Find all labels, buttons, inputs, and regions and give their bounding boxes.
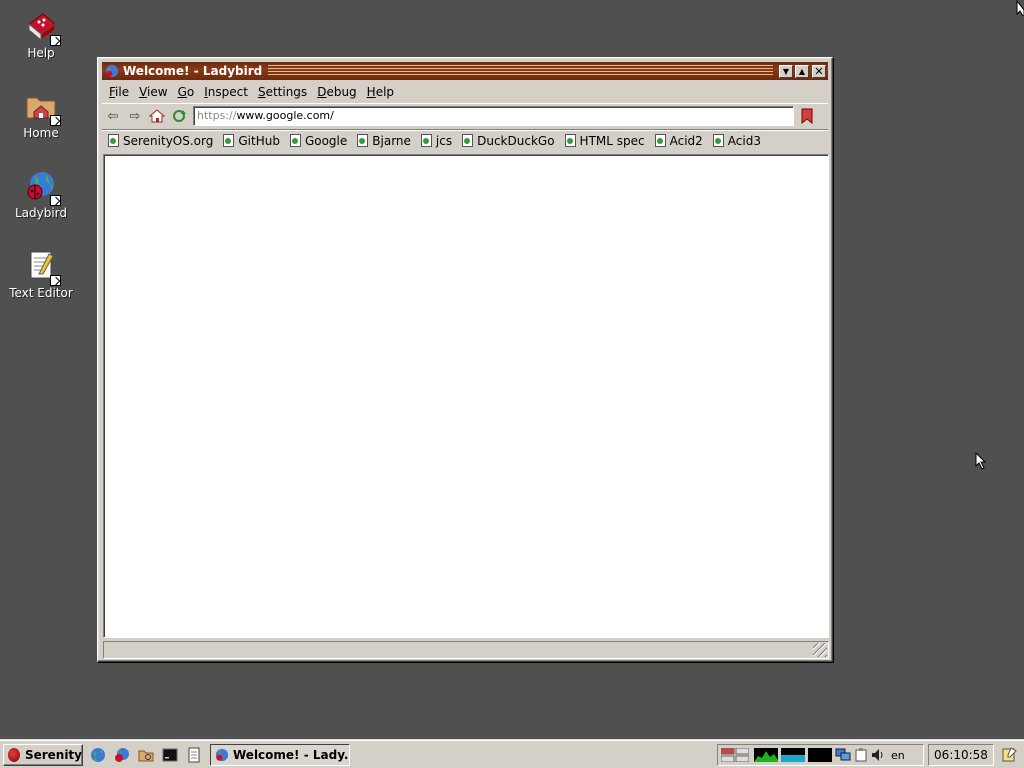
bookmark-label: Bjarne [372, 133, 411, 148]
bookmark-label: Acid3 [727, 133, 761, 148]
start-button[interactable]: Serenity [3, 744, 83, 766]
quicklaunch-ladybird-icon[interactable] [112, 745, 132, 765]
menu-bar: File View Go Inspect Settings Debug Help [104, 82, 826, 102]
page-icon [564, 134, 576, 147]
bookmark-serenityos[interactable]: SerenityOS.org [108, 134, 213, 148]
mouse-cursor-icon [975, 452, 987, 470]
web-content-view[interactable] [103, 154, 829, 638]
network-icon[interactable] [835, 748, 851, 762]
home-icon[interactable] [146, 106, 168, 126]
bookmark-github[interactable]: GitHub [223, 134, 280, 148]
start-label: Serenity [24, 748, 82, 762]
task-label: Welcome! - Lady... [233, 748, 350, 762]
page-icon [108, 134, 119, 147]
bookmark-label: DuckDuckGo [477, 133, 555, 148]
volume-icon[interactable] [871, 748, 885, 762]
help-book-icon [25, 10, 61, 46]
forward-icon[interactable]: ⇨ [124, 106, 146, 126]
page-icon [357, 134, 369, 147]
bookmark-jcs[interactable]: jcs [420, 133, 453, 148]
back-icon[interactable]: ⇦ [102, 106, 124, 126]
home-folder-icon [25, 90, 61, 126]
bookmark-html-spec[interactable]: HTML spec [564, 133, 645, 148]
workspace-switcher-icon[interactable] [721, 748, 749, 762]
bookmark-duckduckgo[interactable]: DuckDuckGo [462, 133, 555, 148]
url-host: www.google.com/ [236, 109, 334, 122]
title-bar-stripes [268, 65, 773, 77]
status-bar [103, 641, 829, 659]
ladybird-icon [25, 170, 61, 206]
bookmark-google[interactable]: Google [289, 133, 348, 148]
network-graph-icon[interactable] [808, 748, 832, 762]
page-icon [223, 134, 235, 147]
url-scheme: https:// [197, 109, 237, 122]
keyboard-layout-indicator[interactable]: en [891, 749, 905, 762]
bookmark-label: HTML spec [579, 133, 645, 148]
clock[interactable]: 06:10:58 [928, 744, 994, 766]
serenity-logo-icon [8, 748, 20, 762]
desktop-icon-ladybird[interactable]: Ladybird [1, 170, 81, 220]
menu-settings[interactable]: Settings [253, 85, 312, 99]
desktop-icon-text-editor[interactable]: Text Editor [1, 250, 81, 300]
page-icon [654, 134, 666, 147]
bookmark-label: GitHub [238, 133, 280, 148]
menu-inspect[interactable]: Inspect [199, 85, 253, 99]
desktop-icon-label: Ladybird [14, 206, 68, 220]
address-bar[interactable]: https://www.google.com/ [193, 106, 794, 126]
bookmark-bjarne[interactable]: Bjarne [357, 134, 411, 148]
ladybird-app-icon [215, 748, 229, 762]
page-icon [462, 134, 474, 147]
reload-icon[interactable] [168, 106, 190, 126]
quicklaunch-text-editor-icon[interactable] [184, 745, 204, 765]
edge-cursor-icon [1016, 0, 1024, 16]
maximize-button[interactable]: ▲ [795, 64, 809, 78]
menu-help[interactable]: Help [362, 85, 399, 99]
desktop-icon-home[interactable]: Home [1, 90, 81, 140]
navigation-toolbar: ⇦ ⇨ https://www.google.com/ [102, 103, 828, 128]
desktop-icon-label: Text Editor [9, 286, 73, 300]
ladybird-app-icon [105, 64, 119, 78]
menu-go[interactable]: Go [173, 85, 200, 99]
page-icon [289, 134, 301, 147]
browser-window: Welcome! - Ladybird ▼ ▲ ✕ File View Go I… [97, 57, 833, 662]
bookmark-acid3[interactable]: Acid3 [712, 133, 761, 148]
bookmark-label: Google [304, 133, 348, 148]
resize-grip-icon[interactable] [813, 643, 827, 657]
quicklaunch-terminal-icon[interactable] [160, 745, 180, 765]
quicklaunch-browser-icon[interactable] [88, 745, 108, 765]
menu-view[interactable]: View [134, 85, 172, 99]
notifications-icon[interactable] [998, 745, 1020, 765]
minimize-button[interactable]: ▼ [779, 64, 793, 78]
window-title: Welcome! - Ladybird [123, 64, 263, 78]
taskbar: Serenity Welcome! - Lady... en 06:10:58 [0, 740, 1024, 768]
bookmark-label: jcs [435, 133, 453, 148]
menu-file[interactable]: File [104, 85, 134, 99]
menu-debug[interactable]: Debug [312, 85, 361, 99]
system-tray: en [717, 744, 924, 766]
taskbar-window-button[interactable]: Welcome! - Lady... [210, 744, 350, 766]
desktop-icon-label: Help [27, 46, 55, 60]
memory-graph-icon[interactable] [781, 748, 805, 762]
bookmark-acid2[interactable]: Acid2 [654, 133, 703, 148]
close-button[interactable]: ✕ [812, 64, 826, 78]
text-editor-icon [25, 250, 61, 286]
quicklaunch-file-manager-icon[interactable] [136, 745, 156, 765]
title-bar[interactable]: Welcome! - Ladybird ▼ ▲ ✕ [102, 62, 828, 80]
clipboard-icon[interactable] [855, 748, 867, 762]
bookmark-icon[interactable] [798, 106, 816, 126]
desktop-icon-label: Home [23, 126, 59, 140]
page-icon [712, 134, 724, 147]
page-icon [420, 134, 432, 147]
desktop-icon-help[interactable]: Help [1, 10, 81, 60]
cpu-graph-icon[interactable] [754, 748, 778, 762]
bookmark-label: Acid2 [669, 133, 703, 148]
bookmarks-bar: SerenityOS.org GitHub Google Bjarne jcs … [102, 129, 828, 151]
bookmark-label: SerenityOS.org [123, 133, 214, 148]
